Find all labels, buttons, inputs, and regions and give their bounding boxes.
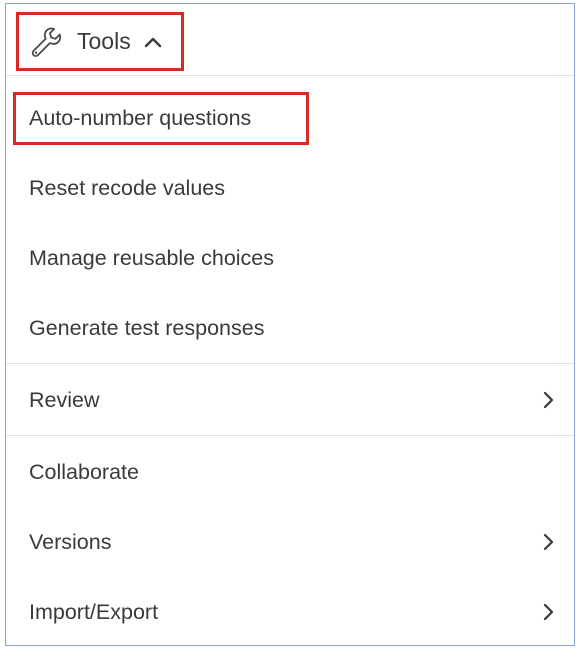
menu-item-reset-recode-values[interactable]: Reset recode values: [6, 156, 574, 220]
tools-menu-button[interactable]: Tools: [16, 12, 184, 71]
menu-item-label: Reset recode values: [29, 175, 225, 200]
menu-item-label: Auto-number questions: [29, 105, 252, 130]
chevron-right-icon: [540, 389, 556, 411]
menu-item-import-export[interactable]: Import/Export: [6, 580, 574, 644]
menu-item-generate-test-responses[interactable]: Generate test responses: [6, 296, 574, 360]
chevron-right-icon: [540, 601, 556, 623]
menu-item-label: Collaborate: [29, 459, 139, 484]
tools-label: Tools: [77, 28, 131, 54]
menu-item-label: Review: [29, 387, 100, 412]
divider: [6, 435, 574, 436]
menu-item-label: Import/Export: [29, 599, 159, 624]
menu-item-label: Versions: [29, 529, 112, 554]
wrench-icon: [29, 25, 63, 59]
chevron-up-icon: [143, 32, 163, 52]
menu-item-review[interactable]: Review: [6, 368, 574, 432]
divider: [6, 75, 574, 76]
chevron-right-icon: [540, 531, 556, 553]
menu-item-label: Manage reusable choices: [29, 245, 275, 270]
menu-item-auto-number-questions[interactable]: Auto-number questions: [6, 86, 574, 150]
menu-item-manage-reusable-choices[interactable]: Manage reusable choices: [6, 226, 574, 290]
divider: [6, 363, 574, 364]
tools-menu-panel: Tools Auto-number questions Reset recode…: [5, 3, 575, 646]
menu-item-label: Generate test responses: [29, 315, 265, 340]
menu-item-versions[interactable]: Versions: [6, 510, 574, 574]
menu-item-collaborate[interactable]: Collaborate: [6, 440, 574, 504]
